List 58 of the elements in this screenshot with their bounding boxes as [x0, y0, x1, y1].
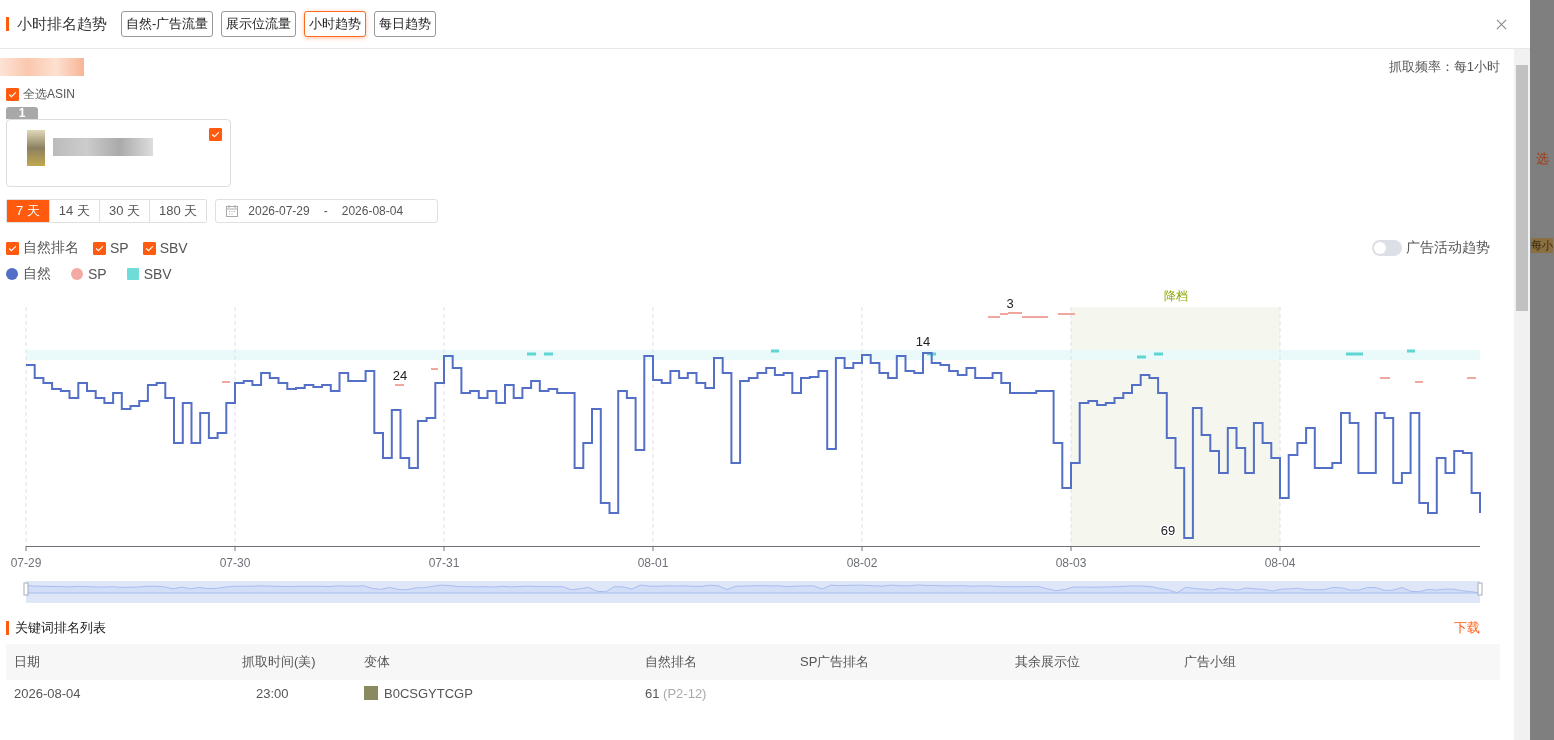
view-tab[interactable]: 每日趋势 [374, 11, 437, 37]
slider-handle[interactable] [23, 582, 29, 596]
point-label: 69 [1160, 523, 1176, 538]
axis-label: 08-03 [1055, 556, 1087, 570]
range-button[interactable]: 180 天 [149, 200, 207, 222]
column-header: 抓取时间(美) [241, 653, 317, 671]
crawl-frequency-text: 抓取频率：每1小时 [1388, 58, 1500, 76]
check-icon [210, 129, 221, 140]
band-label: 降档 [1164, 289, 1188, 303]
dialog-title: 小时排名趋势 [17, 14, 107, 34]
column-header: 广告小组 [1183, 653, 1237, 671]
checkbox[interactable] [93, 241, 106, 255]
axis-label: 07-29 [10, 556, 42, 570]
legend-label[interactable]: SBV [143, 266, 172, 282]
rank-detail: (P2-12) [663, 685, 707, 701]
axis-label: 08-02 [846, 556, 878, 570]
scrollbar[interactable] [1514, 49, 1530, 740]
switch-label: 广告活动趋势 [1406, 239, 1490, 257]
legend-label[interactable]: SP [88, 266, 107, 282]
point-label: 3 [1006, 296, 1014, 311]
toggle-switch[interactable] [1372, 240, 1402, 256]
column-header: 变体 [363, 653, 391, 671]
column-header: 自然排名 [644, 653, 698, 671]
checkbox[interactable] [142, 241, 156, 255]
point-label: 24 [392, 368, 408, 383]
checkbox-label: 自然排名 [23, 239, 79, 257]
checkbox-label: SBV [159, 240, 188, 256]
index-badge: 1 [6, 107, 38, 119]
checkbox[interactable] [209, 128, 222, 141]
product-thumbnail [364, 686, 378, 700]
checkbox-label: 全选ASIN [23, 85, 75, 103]
column-header: 日期 [13, 653, 41, 671]
axis-label: 08-01 [637, 556, 669, 570]
legend-label[interactable]: 自然 [23, 265, 51, 283]
table-cell-text: 2026-08-04 [13, 685, 82, 701]
axis-label: 07-30 [219, 556, 251, 570]
blurred-image [27, 130, 45, 166]
view-tab[interactable]: 小时趋势 [304, 11, 367, 37]
backdrop-text: 选 [1535, 150, 1549, 168]
column-header: SP广告排名 [799, 653, 871, 671]
view-tab[interactable]: 展示位流量 [221, 11, 297, 37]
table-cell: 61 [645, 685, 660, 701]
checkbox[interactable] [6, 241, 19, 255]
date-range-field[interactable]: 2026-07-29 - 2026-08-04 [215, 199, 439, 223]
table-cell: B0CSGYTCGP [384, 685, 473, 701]
backdrop-badge: 每小 [1531, 238, 1553, 253]
axis-label: 08-04 [1264, 556, 1296, 570]
point-label: 14 [915, 334, 931, 349]
section-title: 关键词排名列表 [15, 619, 106, 637]
view-tab[interactable]: 自然-广告流量 [121, 11, 214, 37]
slider-handle[interactable] [1477, 582, 1483, 596]
column-header: 其余展示位 [1014, 653, 1081, 671]
checkbox[interactable] [6, 87, 19, 101]
axis-label: 07-31 [428, 556, 460, 570]
calendar-icon [226, 205, 239, 217]
close-icon[interactable] [1496, 18, 1507, 30]
table-cell-text: 23:00 [255, 685, 290, 701]
checkbox-label: SP [110, 240, 129, 256]
